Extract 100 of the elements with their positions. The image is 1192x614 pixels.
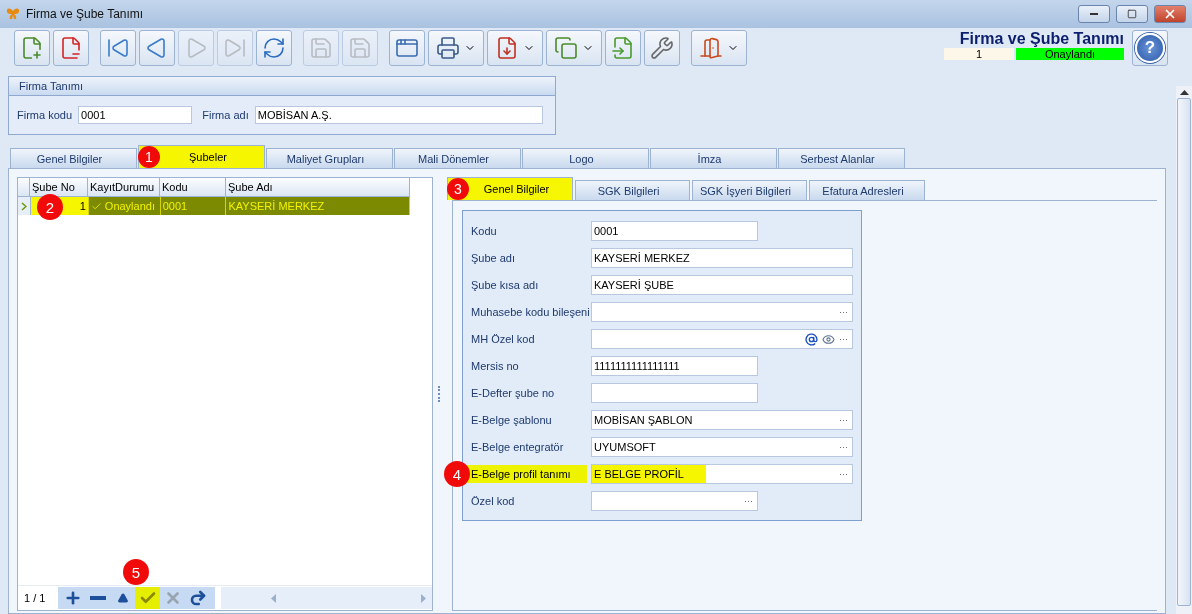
field-label: Kodu: [470, 224, 498, 239]
field-label: Şube kısa adı: [470, 278, 540, 293]
field-label: MH Özel kod: [470, 332, 536, 347]
number-callout: 4: [444, 461, 470, 487]
input-field[interactable]: 0001: [591, 221, 758, 241]
file-download-icon: [495, 36, 519, 60]
record-position: 1 / 1: [23, 592, 47, 604]
close-icon: [1163, 7, 1177, 21]
field-label: E-Belge entegratör: [470, 440, 565, 455]
skip-forward-icon: [223, 36, 247, 60]
table-cell: Onaylandı: [88, 197, 161, 215]
tab[interactable]: SGK Bilgileri: [575, 180, 690, 200]
scroll-right-icon[interactable]: [421, 593, 426, 603]
scroll-left-icon[interactable]: [271, 593, 276, 603]
splitter-grip[interactable]: [438, 386, 442, 402]
eye-icon[interactable]: [822, 332, 835, 346]
input-field[interactable]: E BELGE PROFİL ···: [591, 464, 853, 484]
save-icon: [309, 36, 333, 60]
toolbar-button[interactable]: [256, 30, 292, 66]
ellipsis-button[interactable]: ···: [839, 307, 848, 317]
horizontal-scrollbar[interactable]: [221, 587, 432, 609]
butterfly-icon: [6, 7, 20, 21]
input-field[interactable]: KAYSERİ ŞUBE: [591, 275, 853, 295]
ellipsis-button[interactable]: ···: [744, 496, 753, 506]
scroll-thumb[interactable]: [1177, 98, 1191, 606]
number-callout: 5: [123, 559, 149, 585]
vertical-scrollbar[interactable]: [1176, 86, 1192, 614]
panel-title: Firma Tanımı: [9, 77, 555, 96]
column-header[interactable]: Şube Adı: [226, 178, 410, 196]
field-label: Mersis no: [470, 359, 520, 374]
file-minus-icon: [59, 36, 83, 60]
toolbar-button[interactable]: [139, 30, 175, 66]
printer-icon: [436, 36, 460, 60]
toolbar-button[interactable]: [428, 30, 484, 66]
ellipsis-button[interactable]: ···: [839, 469, 848, 479]
column-header[interactable]: KayıtDurumu: [88, 178, 160, 196]
tab[interactable]: 1 Şubeler: [138, 145, 265, 168]
table-cell: 0001: [160, 197, 227, 215]
window-title: Firma ve Şube Tanımı: [26, 7, 145, 21]
status-label: Onaylandı: [1016, 48, 1124, 60]
field-label: Firma adı: [202, 109, 249, 121]
number-callout: 2: [36, 194, 63, 220]
toolbar-button[interactable]: [487, 30, 543, 66]
column-header[interactable]: Kodu: [160, 178, 226, 196]
tab[interactable]: 3 Genel Bilgiler: [447, 177, 573, 200]
input-field[interactable]: ···: [591, 491, 758, 511]
file-plus-icon: [20, 36, 44, 60]
minimize-icon: [1090, 13, 1098, 15]
table-cell: KAYSERİ MERKEZ: [226, 197, 410, 215]
tab[interactable]: Logo: [522, 148, 649, 168]
record-number: 1: [944, 48, 1014, 60]
field-label: Şube adı: [470, 251, 517, 266]
triangle-icon: [117, 593, 128, 603]
tab[interactable]: SGK İşyeri Bilgileri: [692, 180, 807, 200]
scroll-up-icon[interactable]: [1179, 90, 1189, 95]
wrench-icon: [650, 36, 674, 60]
navigator-button[interactable]: [135, 587, 160, 609]
restore-button[interactable]: [1116, 5, 1148, 23]
tab[interactable]: Maliyet Grupları: [266, 148, 393, 168]
toolbar-button[interactable]: [53, 30, 89, 66]
toolbar-button[interactable]: [546, 30, 602, 66]
field-label: Firma kodu: [17, 109, 73, 121]
toolbar-button[interactable]: [691, 30, 747, 66]
redo-icon: [188, 589, 207, 607]
input-field[interactable]: MOBİSAN ŞABLON ···: [591, 410, 853, 430]
toolbar-button[interactable]: [389, 30, 425, 66]
close-button[interactable]: [1154, 5, 1186, 23]
tab[interactable]: İmza: [650, 148, 777, 168]
input-field[interactable]: MOBİSAN A.Ş.: [254, 106, 543, 124]
file-input-icon: [611, 36, 635, 60]
field-label: E-Belge şablonu: [470, 413, 553, 428]
input-field[interactable]: KAYSERİ MERKEZ: [591, 248, 853, 268]
tab[interactable]: Serbest Alanlar: [778, 148, 905, 168]
number-callout: 3: [447, 178, 469, 200]
toolbar-button[interactable]: [14, 30, 50, 66]
input-field[interactable]: [591, 383, 758, 403]
input-field[interactable]: ···: [591, 302, 853, 322]
number-callout: 1: [138, 146, 160, 168]
restore-icon: [1127, 9, 1137, 19]
skip-back-icon: [106, 36, 130, 60]
minimize-button[interactable]: [1078, 5, 1110, 23]
input-field[interactable]: 1111111111111111: [591, 356, 758, 376]
input-field[interactable]: ···: [591, 329, 853, 349]
ellipsis-button[interactable]: ···: [839, 334, 848, 344]
row-pointer-icon: [21, 201, 27, 211]
ellipsis-button[interactable]: ···: [839, 442, 848, 452]
toolbar-button[interactable]: [605, 30, 641, 66]
toolbar-button[interactable]: [100, 30, 136, 66]
minus-icon: [89, 596, 106, 600]
at-icon[interactable]: [805, 332, 818, 346]
ellipsis-button[interactable]: ···: [839, 415, 848, 425]
field-label: Muhasebe kodu bileşeni: [470, 305, 587, 320]
input-field[interactable]: UYUMSOFT ···: [591, 437, 853, 457]
help-button[interactable]: ?: [1132, 30, 1168, 66]
input-field[interactable]: 0001: [78, 106, 193, 124]
tab[interactable]: Mali Dönemler: [394, 148, 521, 168]
tab[interactable]: Efatura Adresleri: [809, 180, 925, 200]
tab[interactable]: Genel Bilgiler: [10, 148, 137, 168]
field-label: Özel kod: [470, 494, 516, 509]
toolbar-button[interactable]: [644, 30, 680, 66]
